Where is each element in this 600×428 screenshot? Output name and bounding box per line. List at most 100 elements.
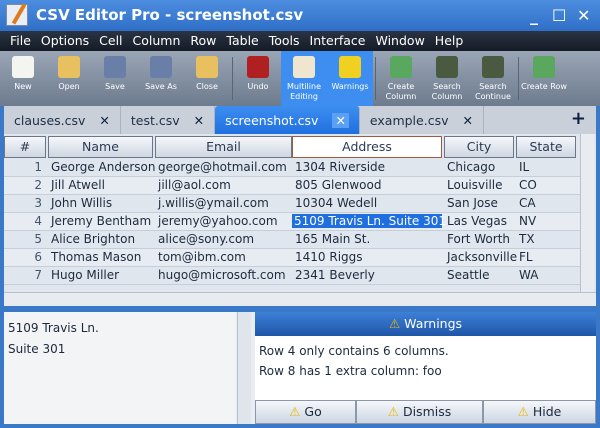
cell[interactable]: Jill Atwell bbox=[51, 178, 105, 192]
cell[interactable]: Jacksonville bbox=[447, 250, 517, 264]
cell[interactable]: John Willis bbox=[51, 196, 112, 210]
toolbar-create-column-button[interactable]: Create Column bbox=[378, 51, 424, 106]
cell[interactable]: 165 Main St. bbox=[295, 232, 370, 246]
cell[interactable]: 1304 Riverside bbox=[295, 160, 385, 174]
tab-test-csv[interactable]: test.csv ✕ bbox=[121, 106, 216, 134]
tab-clauses-csv[interactable]: clauses.csv ✕ bbox=[4, 106, 121, 134]
cell[interactable]: alice@sony.com bbox=[158, 232, 254, 246]
cell[interactable]: 5109 Travis Ln. Suite 301 bbox=[292, 214, 446, 228]
cell[interactable]: CO bbox=[519, 178, 537, 192]
menu-cell[interactable]: Cell bbox=[95, 31, 128, 51]
cell[interactable]: 7 bbox=[4, 268, 42, 282]
warning-message[interactable]: Row 8 has 1 extra column: foo bbox=[259, 364, 442, 378]
toolbar-multiline-editing-button[interactable]: Multiline Editing bbox=[281, 51, 327, 106]
toolbar-search-continue-button[interactable]: Search Continue bbox=[470, 51, 516, 106]
cell[interactable]: 3 bbox=[4, 196, 42, 210]
table-row[interactable]: 3 John Willis j.willis@ymail.com 10304 Wede… bbox=[4, 195, 580, 213]
menu-interface[interactable]: Interface bbox=[306, 31, 372, 51]
column-header-city[interactable]: City bbox=[444, 136, 514, 158]
column-header-name[interactable]: Name bbox=[48, 136, 153, 158]
cell[interactable]: 805 Glenwood bbox=[295, 178, 381, 192]
cell[interactable]: 1 bbox=[4, 160, 42, 174]
table-row[interactable]: 4 Jeremy Bentham jeremy@yahoo.com 5109 Trav… bbox=[4, 213, 580, 231]
cell[interactable]: IL bbox=[519, 160, 529, 174]
menu-column[interactable]: Column bbox=[129, 31, 187, 51]
toolbar-new-button[interactable]: New bbox=[0, 51, 46, 106]
toolbar-open-button[interactable]: Open bbox=[46, 51, 92, 106]
toolbar-close-button[interactable]: Close bbox=[184, 51, 230, 106]
table-row[interactable]: 5 Alice Brighton alice@sony.com 165 Main St… bbox=[4, 231, 580, 249]
toolbar-search-column-button[interactable]: Search Column bbox=[424, 51, 470, 106]
cell[interactable]: Louisville bbox=[447, 178, 503, 192]
close-icon bbox=[196, 56, 218, 78]
menu-options[interactable]: Options bbox=[37, 31, 95, 51]
cell[interactable]: 4 bbox=[4, 214, 42, 228]
multiline-editor[interactable]: 5109 Travis Ln. Suite 301 bbox=[4, 312, 236, 424]
cell[interactable]: jeremy@yahoo.com bbox=[158, 214, 278, 228]
cell[interactable]: TX bbox=[519, 232, 535, 246]
column-header-index[interactable]: # bbox=[4, 136, 46, 158]
toolbar-save-button[interactable]: Save bbox=[92, 51, 138, 106]
cell[interactable]: Hugo Miller bbox=[51, 268, 119, 282]
cell[interactable]: 2 bbox=[4, 178, 42, 192]
table-row[interactable]: 1 George Anderson george@hotmail.com 1304 R… bbox=[4, 159, 580, 177]
tab-close-icon[interactable]: ✕ bbox=[194, 113, 204, 128]
tab-close-icon[interactable]: ✕ bbox=[99, 113, 109, 128]
table-row[interactable]: 7 Hugo Miller hugo@microsoft.com 2341 Bever… bbox=[4, 267, 580, 285]
close-button[interactable]: ✕ bbox=[577, 6, 590, 25]
column-header-address[interactable]: Address bbox=[292, 136, 442, 158]
menu-help[interactable]: Help bbox=[431, 31, 470, 51]
cell[interactable]: WA bbox=[519, 268, 538, 282]
tab-screenshot-csv[interactable]: screenshot.csv ✕ bbox=[215, 106, 360, 134]
cell[interactable]: George Anderson bbox=[51, 160, 156, 174]
cell[interactable]: Las Vegas bbox=[447, 214, 507, 228]
tab-example-csv[interactable]: example.csv ✕ bbox=[360, 106, 484, 134]
minimize-button[interactable]: _ bbox=[530, 6, 538, 25]
cell[interactable]: Fort Worth bbox=[447, 232, 510, 246]
cell[interactable]: Chicago bbox=[447, 160, 495, 174]
toolbar-label: Open bbox=[58, 82, 80, 91]
warning-message[interactable]: Row 4 only contains 6 columns. bbox=[259, 344, 449, 358]
cell[interactable]: 5 bbox=[4, 232, 42, 246]
toolbar-undo-button[interactable]: Undo bbox=[235, 51, 281, 106]
cell[interactable]: hugo@microsoft.com bbox=[158, 268, 286, 282]
cell[interactable]: tom@ibm.com bbox=[158, 250, 246, 264]
toolbar-create-row-button[interactable]: Create Row bbox=[521, 51, 567, 106]
hide-button[interactable]: ⚠ Hide bbox=[483, 400, 596, 424]
cell[interactable]: jill@aol.com bbox=[158, 178, 231, 192]
horizontal-scrollbar[interactable] bbox=[4, 292, 596, 306]
cell[interactable]: FL bbox=[519, 250, 533, 264]
cell[interactable]: San Jose bbox=[447, 196, 498, 210]
editor-scrollbar[interactable] bbox=[237, 312, 251, 424]
table-row[interactable]: 6 Thomas Mason tom@ibm.com 1410 Riggs Jackso… bbox=[4, 249, 580, 267]
table-row[interactable]: 2 Jill Atwell jill@aol.com 805 Glenwood Loui… bbox=[4, 177, 580, 195]
menu-file[interactable]: File bbox=[6, 31, 37, 51]
cell[interactable]: george@hotmail.com bbox=[158, 160, 287, 174]
dismiss-button[interactable]: ⚠ Dismiss bbox=[356, 400, 483, 424]
menu-table[interactable]: Table bbox=[222, 31, 264, 51]
add-tab-button[interactable]: + bbox=[571, 108, 586, 129]
tab-close-icon[interactable]: ✕ bbox=[332, 112, 349, 128]
tab-close-icon[interactable]: ✕ bbox=[462, 113, 472, 128]
menu-window[interactable]: Window bbox=[372, 31, 431, 51]
toolbar-warnings-button[interactable]: Warnings bbox=[327, 51, 373, 106]
cell[interactable]: 1410 Riggs bbox=[295, 250, 363, 264]
cell[interactable]: 6 bbox=[4, 250, 42, 264]
cell[interactable]: Seattle bbox=[447, 268, 489, 282]
cell[interactable]: 10304 Wedell bbox=[295, 196, 377, 210]
cell[interactable]: 2341 Beverly bbox=[295, 268, 375, 282]
cell[interactable]: CA bbox=[519, 196, 536, 210]
cell[interactable]: Jeremy Bentham bbox=[51, 214, 151, 228]
cell[interactable]: NV bbox=[519, 214, 536, 228]
go-button[interactable]: ⚠ Go bbox=[255, 400, 356, 424]
cell[interactable]: Alice Brighton bbox=[51, 232, 135, 246]
toolbar-save-as-button[interactable]: Save As bbox=[138, 51, 184, 106]
cell[interactable]: Thomas Mason bbox=[51, 250, 141, 264]
column-header-email[interactable]: Email bbox=[155, 136, 292, 158]
column-header-state[interactable]: State bbox=[516, 136, 576, 158]
maximize-button[interactable]: ☐ bbox=[552, 6, 566, 25]
menu-row[interactable]: Row bbox=[186, 31, 222, 51]
cell[interactable]: j.willis@ymail.com bbox=[158, 196, 269, 210]
menu-tools[interactable]: Tools bbox=[265, 31, 306, 51]
vertical-scrollbar[interactable] bbox=[580, 134, 594, 292]
